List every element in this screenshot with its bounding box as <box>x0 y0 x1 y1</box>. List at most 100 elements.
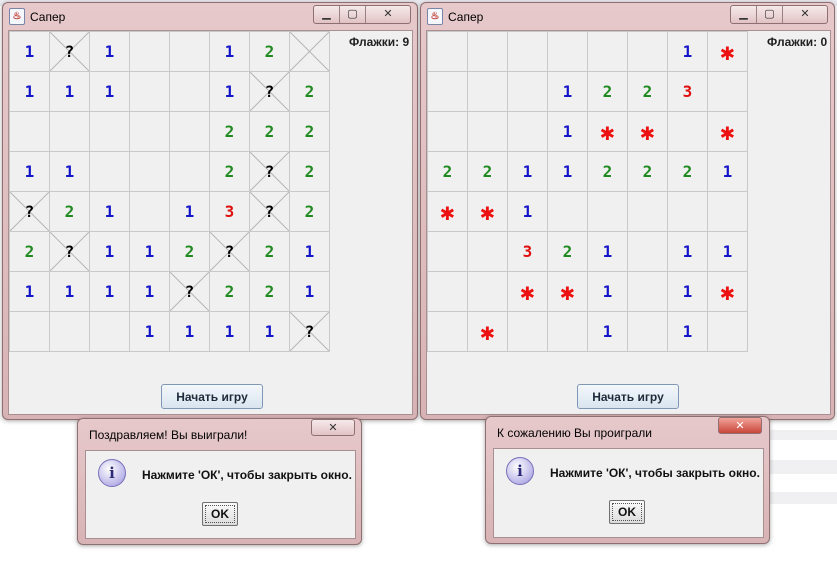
maximize-icon[interactable]: ▢ <box>340 6 366 23</box>
minefield-cell[interactable] <box>588 32 628 72</box>
minefield-cell[interactable]: 1 <box>668 312 708 352</box>
minefield-cell[interactable]: 1 <box>210 312 250 352</box>
minefield-cell[interactable] <box>428 272 468 312</box>
minefield-cell[interactable]: 2 <box>428 152 468 192</box>
minefield-cell[interactable]: ✱ <box>468 312 508 352</box>
minefield-cell[interactable] <box>90 112 130 152</box>
minefield-cell[interactable]: ? <box>10 192 50 232</box>
minefield-cell[interactable]: 2 <box>628 72 668 112</box>
minefield-cell[interactable] <box>628 272 668 312</box>
close-icon[interactable]: ✕ <box>718 417 762 434</box>
minefield-cell[interactable]: 1 <box>708 152 748 192</box>
minefield-cell[interactable] <box>130 152 170 192</box>
ok-button[interactable]: OK <box>202 502 238 526</box>
minefield-cell[interactable]: 1 <box>10 272 50 312</box>
minefield-cell[interactable]: 1 <box>50 272 90 312</box>
minefield-cell[interactable] <box>708 312 748 352</box>
minefield-cell[interactable] <box>668 112 708 152</box>
minefield-cell[interactable] <box>628 32 668 72</box>
minefield-cell[interactable] <box>708 192 748 232</box>
minefield-cell[interactable] <box>508 312 548 352</box>
minefield-cell[interactable] <box>130 72 170 112</box>
minefield-cell[interactable]: 1 <box>508 152 548 192</box>
maximize-icon[interactable]: ▢ <box>757 6 783 23</box>
minefield-cell[interactable]: ? <box>170 272 210 312</box>
minefield-cell[interactable]: 1 <box>90 32 130 72</box>
minefield-cell[interactable]: 1 <box>90 192 130 232</box>
minefield-cell[interactable]: ✱ <box>548 272 588 312</box>
minefield-cell[interactable]: ✱ <box>468 192 508 232</box>
minefield-cell[interactable]: 2 <box>290 112 330 152</box>
minefield-cell[interactable] <box>468 72 508 112</box>
minefield-cell[interactable]: 1 <box>668 232 708 272</box>
minefield-cell[interactable]: ? <box>50 232 90 272</box>
minefield-cell[interactable] <box>468 272 508 312</box>
minefield-cell[interactable]: 2 <box>210 272 250 312</box>
minefield-cell[interactable] <box>10 112 50 152</box>
minefield-cell[interactable]: 1 <box>548 72 588 112</box>
minefield-cell[interactable]: 2 <box>250 272 290 312</box>
minefield-cell[interactable]: 2 <box>50 192 90 232</box>
minefield-cell[interactable]: 2 <box>250 112 290 152</box>
minefield-cell[interactable] <box>50 112 90 152</box>
minefield-cell[interactable]: 1 <box>50 72 90 112</box>
minefield-cell[interactable]: ? <box>210 232 250 272</box>
minefield-cell[interactable] <box>468 232 508 272</box>
minefield-cell[interactable]: ? <box>250 72 290 112</box>
minefield-cell[interactable]: 1 <box>210 72 250 112</box>
minefield-cell[interactable]: 3 <box>508 232 548 272</box>
minefield-cell[interactable] <box>548 312 588 352</box>
minefield-cell[interactable]: ✱ <box>708 272 748 312</box>
minefield-cell[interactable]: 1 <box>130 232 170 272</box>
minimize-icon[interactable]: ▁ <box>314 6 340 23</box>
minefield-cell[interactable] <box>130 192 170 232</box>
minefield-cell[interactable]: 1 <box>290 272 330 312</box>
minefield-cell[interactable]: 3 <box>210 192 250 232</box>
minefield-cell[interactable]: 1 <box>10 32 50 72</box>
minefield-cell[interactable]: 3 <box>668 72 708 112</box>
minefield-cell[interactable]: 1 <box>588 232 628 272</box>
minefield-cell[interactable]: 1 <box>668 272 708 312</box>
minefield-cell[interactable] <box>628 312 668 352</box>
minefield-cell[interactable] <box>628 192 668 232</box>
minefield-cell[interactable]: 1 <box>548 112 588 152</box>
minefield-cell[interactable]: 2 <box>548 232 588 272</box>
dialog-title-bar[interactable]: К сожалению Вы проиграли ✕ <box>486 417 769 443</box>
minefield-cell[interactable]: ✱ <box>508 272 548 312</box>
minefield-cell[interactable] <box>468 32 508 72</box>
minefield-cell[interactable] <box>50 312 90 352</box>
minefield-cell[interactable]: 2 <box>290 72 330 112</box>
minimize-icon[interactable]: ▁ <box>731 6 757 23</box>
minefield-cell[interactable] <box>508 112 548 152</box>
minefield-cell[interactable]: 1 <box>130 312 170 352</box>
minefield-cell[interactable]: 1 <box>90 272 130 312</box>
minefield-cell[interactable] <box>508 32 548 72</box>
minefield-cell[interactable]: 1 <box>250 312 290 352</box>
minefield-cell[interactable]: 2 <box>210 112 250 152</box>
ok-button[interactable]: OK <box>609 500 645 524</box>
minefield-cell[interactable]: 1 <box>90 232 130 272</box>
minefield-cell[interactable]: ✱ <box>708 32 748 72</box>
minefield-cell[interactable] <box>170 152 210 192</box>
start-game-button[interactable]: Начать игру <box>577 384 679 409</box>
minefield-cell[interactable]: 1 <box>10 152 50 192</box>
minefield-cell[interactable]: 1 <box>508 192 548 232</box>
minefield-cell[interactable]: 1 <box>708 232 748 272</box>
minefield-cell[interactable]: ? <box>50 32 90 72</box>
minefield-cell[interactable] <box>428 72 468 112</box>
minefield-cell[interactable] <box>10 312 50 352</box>
minefield-cell[interactable] <box>170 112 210 152</box>
minefield-cell[interactable]: 2 <box>628 152 668 192</box>
minefield-cell[interactable] <box>428 112 468 152</box>
minefield-cell[interactable] <box>468 112 508 152</box>
minefield-cell[interactable]: ✱ <box>588 112 628 152</box>
minefield-cell[interactable]: 2 <box>250 232 290 272</box>
minefield-cell[interactable]: 1 <box>130 272 170 312</box>
close-icon[interactable]: ✕ <box>366 6 410 23</box>
minefield-cell[interactable] <box>588 192 628 232</box>
minefield-cell[interactable]: 2 <box>10 232 50 272</box>
close-icon[interactable]: ✕ <box>783 6 827 23</box>
minefield-cell[interactable] <box>508 72 548 112</box>
close-icon[interactable]: ✕ <box>311 419 355 436</box>
minefield-cell[interactable] <box>548 32 588 72</box>
